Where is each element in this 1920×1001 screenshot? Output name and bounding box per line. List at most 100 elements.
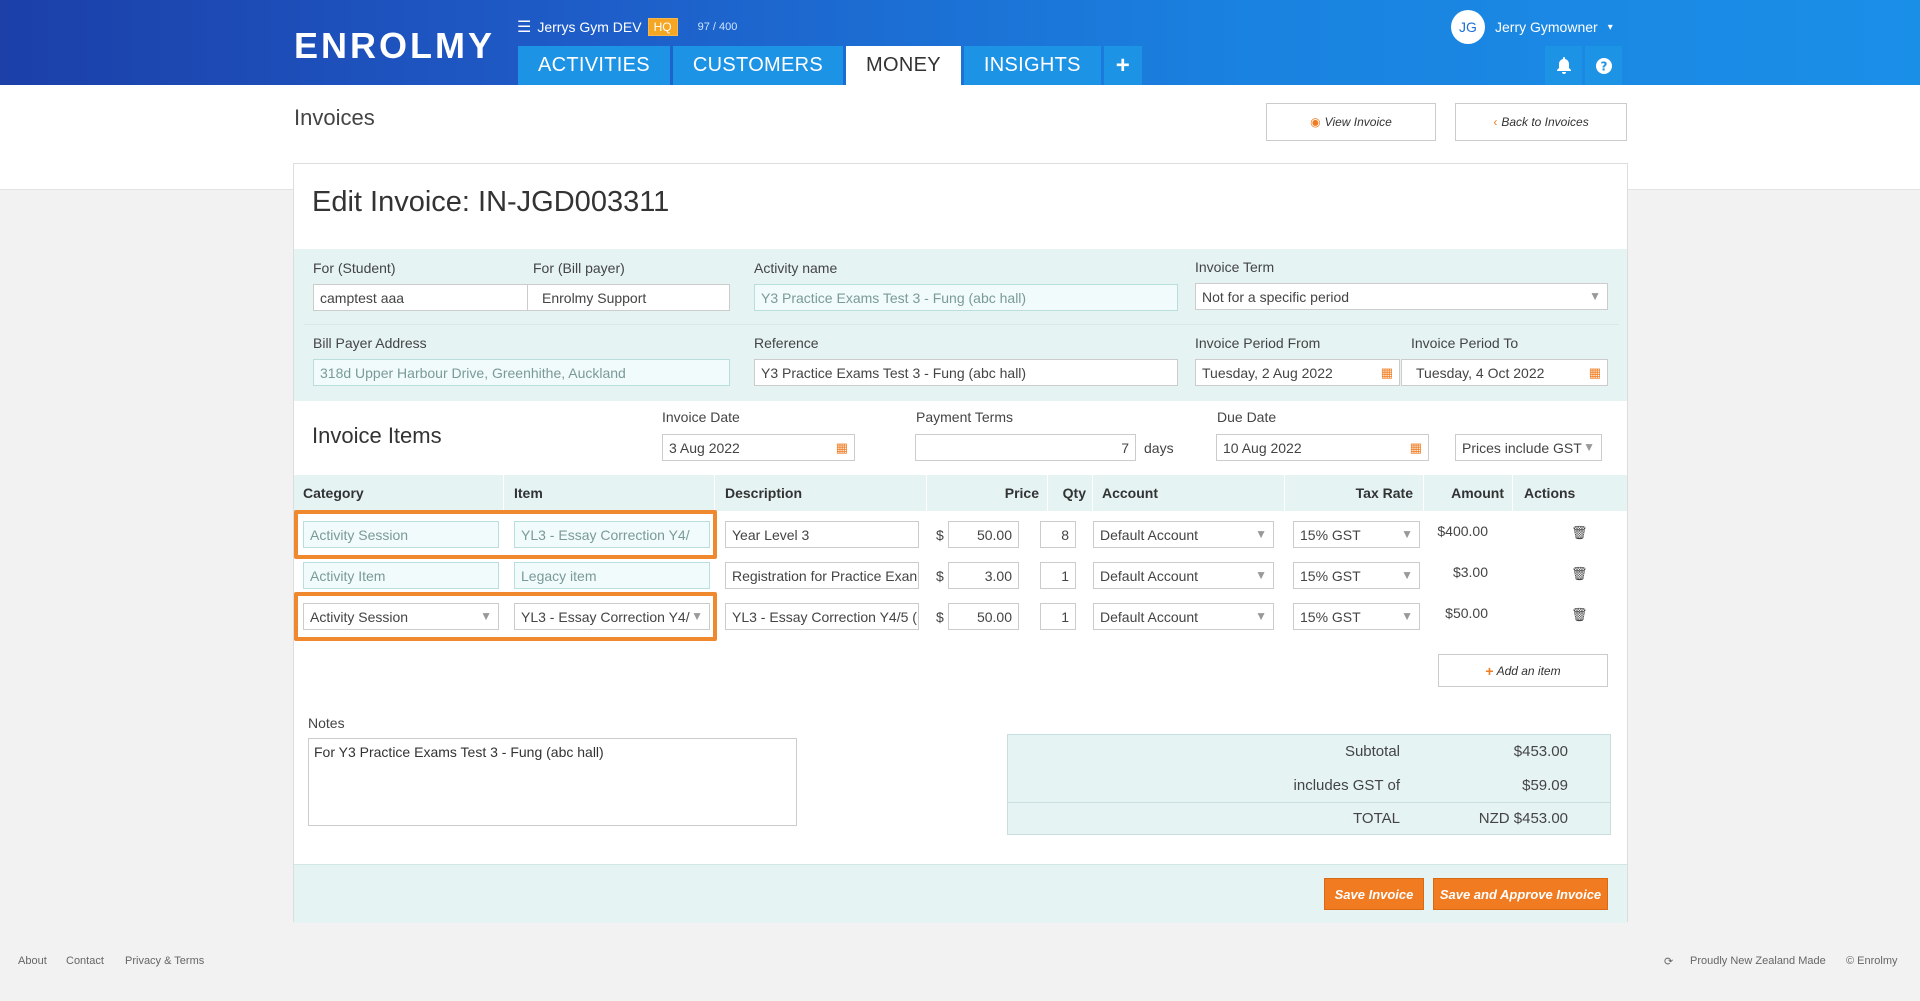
add-item-label: Add an item — [1496, 663, 1561, 678]
reference-field[interactable]: Y3 Practice Exams Test 3 - Fung (abc hal… — [754, 359, 1178, 386]
account-select[interactable]: Default Account ▼ — [1093, 603, 1274, 630]
payment-terms-field[interactable]: 7 — [915, 434, 1136, 461]
gst-mode-select[interactable]: Prices include GST ▼ — [1455, 434, 1602, 461]
tab-customers[interactable]: CUSTOMERS — [672, 46, 844, 85]
trash-icon[interactable]: 🗑 — [1571, 566, 1588, 582]
divider — [1092, 475, 1093, 511]
divider — [926, 475, 927, 511]
chevron-down-icon[interactable]: ▾ — [1608, 22, 1613, 33]
trash-icon[interactable]: 🗑 — [1571, 525, 1588, 541]
chevron-down-icon: ▼ — [1589, 289, 1601, 303]
save-and-approve-button[interactable]: Save and Approve Invoice — [1433, 878, 1608, 910]
nz-made-icon: ⟳ — [1664, 956, 1674, 968]
user-menu[interactable]: JG Jerry Gymowner ▾ — [1451, 10, 1613, 44]
qty-field[interactable]: 1 — [1040, 603, 1076, 630]
divider — [1284, 475, 1285, 511]
price-field[interactable]: 50.00 — [948, 521, 1019, 548]
footer-privacy-link[interactable]: Privacy & Terms — [125, 955, 204, 967]
invoice-term-label: Invoice Term — [1195, 259, 1275, 275]
period-from-field[interactable]: Tuesday, 2 Aug 2022 ▦ — [1195, 359, 1400, 386]
tax-rate-select[interactable]: 15% GST ▼ — [1293, 603, 1420, 630]
price-field[interactable]: 3.00 — [948, 562, 1019, 589]
chevron-left-icon: ‹ — [1493, 115, 1498, 129]
row-amount: $400.00 — [1437, 523, 1488, 539]
col-amount: Amount — [1451, 485, 1504, 501]
account-value: Default Account — [1100, 608, 1199, 625]
calendar-icon[interactable]: ▦ — [1410, 440, 1422, 456]
gst-mode-value: Prices include GST — [1462, 439, 1582, 456]
invoice-term-value: Not for a specific period — [1202, 288, 1350, 305]
account-select[interactable]: Default Account ▼ — [1093, 521, 1274, 548]
divider — [503, 475, 504, 511]
calendar-icon[interactable]: ▦ — [836, 440, 848, 456]
description-field[interactable]: Year Level 3 — [725, 521, 919, 548]
invoice-term-select[interactable]: Not for a specific period ▼ — [1195, 283, 1608, 310]
gst-row: includes GST of $59.09 — [1008, 769, 1610, 802]
due-date-field[interactable]: 10 Aug 2022 ▦ — [1216, 434, 1429, 461]
total-value: NZD $453.00 — [1478, 810, 1568, 827]
notes-textarea[interactable]: For Y3 Practice Exams Test 3 - Fung (abc… — [308, 738, 797, 826]
chevron-down-icon: ▼ — [1255, 527, 1267, 541]
item-field[interactable]: Legacy item — [514, 562, 710, 589]
tab-insights[interactable]: INSIGHTS — [963, 46, 1101, 85]
calendar-icon[interactable]: ▦ — [1589, 365, 1601, 381]
form-actions-bar: Save Invoice Save and Approve Invoice — [294, 864, 1627, 923]
tax-rate-value: 15% GST — [1300, 567, 1361, 584]
col-category: Category — [303, 485, 364, 501]
page-title: Invoices — [294, 105, 375, 130]
account-switcher[interactable]: ☰ Jerrys Gym DEV HQ 97 / 400 — [517, 17, 737, 37]
view-invoice-label: View Invoice — [1324, 115, 1392, 129]
tax-rate-select[interactable]: 15% GST ▼ — [1293, 521, 1420, 548]
category-field[interactable]: Activity Item — [303, 562, 499, 589]
price-field[interactable]: 50.00 — [948, 603, 1019, 630]
period-to-label: Invoice Period To — [1411, 335, 1519, 351]
back-to-invoices-button[interactable]: ‹ Back to Invoices — [1455, 103, 1627, 141]
add-tab-plus-icon[interactable]: + — [1103, 46, 1143, 85]
avatar[interactable]: JG — [1451, 10, 1485, 44]
for-bill-payer-label: For (Bill payer) — [533, 260, 625, 276]
help-icon[interactable]: ? — [1585, 46, 1622, 85]
currency-symbol: $ — [936, 527, 944, 543]
col-qty: Qty — [1062, 485, 1086, 501]
calendar-icon[interactable]: ▦ — [1381, 365, 1393, 381]
main-tabs: ACTIVITIES CUSTOMERS MONEY INSIGHTS + — [518, 46, 1143, 85]
tax-rate-value: 15% GST — [1300, 608, 1361, 625]
hamburger-menu-icon[interactable]: ☰ — [517, 17, 531, 37]
currency-symbol: $ — [936, 568, 944, 584]
plus-icon: + — [1485, 662, 1494, 679]
bell-icon[interactable] — [1545, 46, 1582, 85]
invoice-date-value: 3 Aug 2022 — [669, 439, 740, 456]
footer-about-link[interactable]: About — [18, 955, 47, 967]
invoice-date-field[interactable]: 3 Aug 2022 ▦ — [662, 434, 855, 461]
qty-field[interactable]: 8 — [1040, 521, 1076, 548]
for-student-field[interactable]: camptest aaa — [313, 284, 528, 311]
user-name[interactable]: Jerry Gymowner — [1495, 19, 1598, 35]
qty-field[interactable]: 1 — [1040, 562, 1076, 589]
period-from-label: Invoice Period From — [1195, 335, 1321, 351]
invoice-date-label: Invoice Date — [662, 409, 740, 425]
header-actions: ? — [1545, 46, 1622, 85]
account-name[interactable]: Jerrys Gym DEV — [537, 19, 641, 35]
bill-payer-address-field[interactable]: 318d Upper Harbour Drive, Greenhithe, Au… — [313, 359, 730, 386]
invoice-card: Edit Invoice: IN-JGD003311 For (Student)… — [293, 163, 1628, 923]
col-actions: Actions — [1524, 485, 1576, 501]
col-item: Item — [514, 485, 543, 501]
description-field[interactable]: YL3 - Essay Correction Y4/5 ( — [725, 603, 919, 630]
description-field[interactable]: Registration for Practice Exan — [725, 562, 919, 589]
trash-icon[interactable]: 🗑 — [1571, 607, 1588, 623]
tab-activities[interactable]: ACTIVITIES — [518, 46, 670, 85]
add-item-button[interactable]: + Add an item — [1438, 654, 1608, 687]
for-bill-payer-field[interactable]: Enrolmy Support — [527, 284, 730, 311]
activity-name-label: Activity name — [754, 260, 838, 276]
activity-name-field[interactable]: Y3 Practice Exams Test 3 - Fung (abc hal… — [754, 284, 1178, 311]
tab-money[interactable]: MONEY — [846, 46, 961, 85]
enrolmy-logo[interactable]: ENROLMY — [294, 25, 495, 67]
footer-contact-link[interactable]: Contact — [66, 955, 104, 967]
chevron-down-icon: ▼ — [1255, 568, 1267, 582]
tax-rate-select[interactable]: 15% GST ▼ — [1293, 562, 1420, 589]
period-to-field[interactable]: Tuesday, 4 Oct 2022 ▦ — [1401, 359, 1608, 386]
save-invoice-button[interactable]: Save Invoice — [1324, 878, 1424, 910]
account-value: Default Account — [1100, 526, 1199, 543]
view-invoice-button[interactable]: ◉ View Invoice — [1266, 103, 1436, 141]
account-select[interactable]: Default Account ▼ — [1093, 562, 1274, 589]
